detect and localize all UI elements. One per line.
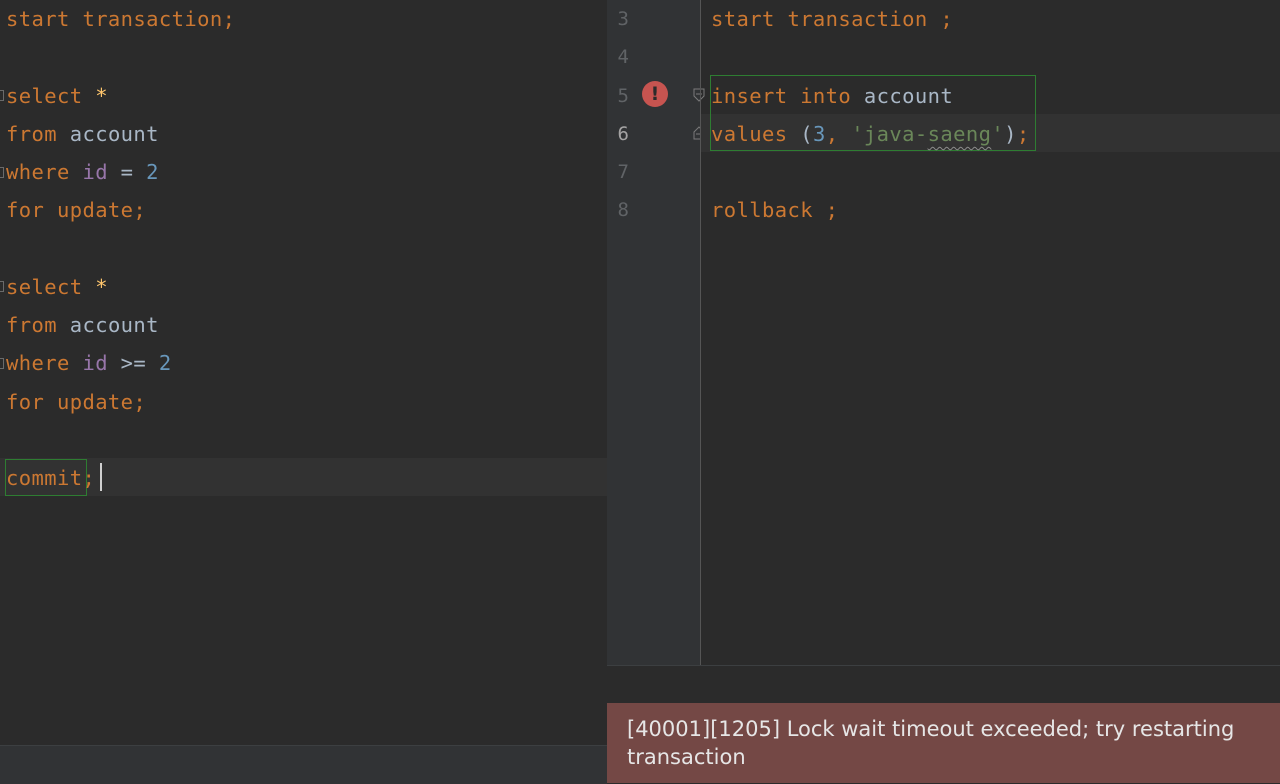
code-line[interactable]: where id >= 2 [6,344,172,382]
code-line[interactable]: from account [6,115,159,153]
code-token: for update; [6,198,147,223]
code-token: saeng [927,121,992,146]
line-number: 8 [617,199,629,222]
fold-marker[interactable] [0,167,4,178]
code-token: 'java- [851,121,928,146]
code-token: account [69,313,159,337]
right-sql-editor[interactable]: 3 4 5 6 7 8 ! start transaction ; insert into … [607,0,1280,665]
exclamation-error-icon[interactable]: ! [642,81,668,107]
left-status-strip [0,745,607,784]
error-notification[interactable]: [40001][1205] Lock wait timeout exceeded… [607,703,1280,783]
code-token: where [6,160,83,184]
code-token: values [711,121,801,146]
code-token: ( [800,121,813,146]
line-number-gutter[interactable]: 3 4 5 6 7 8 ! [607,0,705,665]
code-line[interactable]: for update; [6,383,146,421]
code-token: ; [1016,121,1030,146]
code-token: account [69,121,159,146]
code-line[interactable]: for update; [6,191,146,229]
code-token: ' [991,121,1005,146]
gutter-separator [700,0,701,665]
code-token: ) [1004,121,1017,146]
code-token: id [82,160,108,184]
code-token: >= [107,351,159,376]
right-status-strip [607,665,1280,704]
code-token: where [6,351,83,376]
line-number: 6 [617,122,629,145]
line-number: 5 [617,84,629,107]
code-line[interactable]: values (3, 'java-saeng'); [711,115,1030,153]
code-token: 3 [812,121,826,146]
code-token: from [6,313,70,337]
code-token: select [6,274,96,299]
code-token: commit [6,466,83,490]
code-line[interactable]: where id = 2 [6,153,159,191]
code-token: rollback ; [711,198,839,223]
line-number: 4 [617,46,629,69]
code-token: from [6,121,70,146]
code-token: start transaction; [6,7,236,31]
left-sql-editor[interactable]: start transaction; select * from account wh… [0,0,607,745]
code-token: select [6,83,96,108]
text-cursor [100,463,102,491]
line-number: 3 [617,8,629,30]
code-token: 2 [158,351,172,376]
code-line[interactable]: insert into account [711,77,953,115]
code-token: insert into [711,83,864,108]
line-number: 7 [617,161,629,183]
code-token: , [825,121,852,146]
code-line[interactable]: select * [6,77,108,115]
code-line[interactable]: commit; [6,459,95,497]
code-token: 2 [146,160,159,184]
code-token: * [95,274,108,299]
code-token: id [82,351,108,376]
code-token: * [95,83,108,108]
code-token: ; [82,466,96,490]
code-line[interactable]: start transaction ; [711,0,953,38]
code-token: account [863,83,954,108]
code-token: start transaction ; [711,7,954,31]
fold-marker[interactable] [0,358,4,369]
fold-marker[interactable] [0,281,4,292]
fold-open-icon[interactable] [693,88,705,102]
fold-marker[interactable] [0,90,4,101]
code-token: = [107,160,147,184]
code-line[interactable]: select * [6,268,108,306]
code-line[interactable]: from account [6,306,159,344]
code-line[interactable]: rollback ; [711,191,838,229]
code-line[interactable]: start transaction; [6,0,235,38]
code-token: for update; [6,389,147,414]
